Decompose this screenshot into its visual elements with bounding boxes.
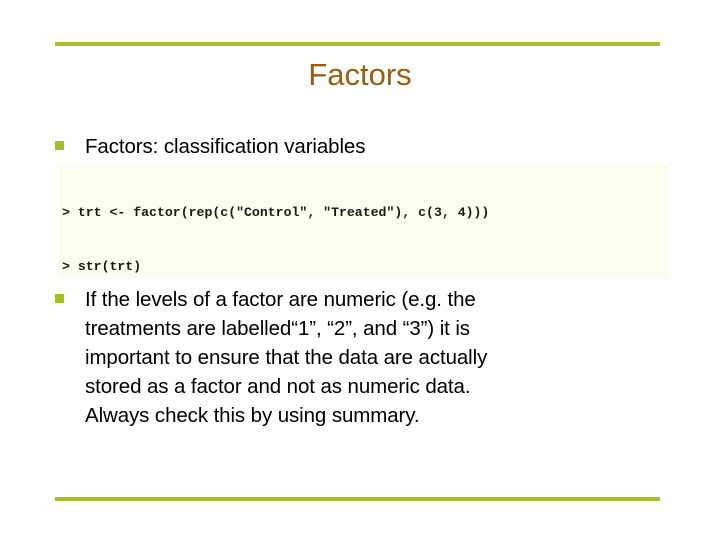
top-divider-rule xyxy=(55,42,660,46)
bottom-divider-rule xyxy=(55,497,660,501)
code-line: > trt <- factor(rep(c("Control", "Treate… xyxy=(62,204,584,222)
code-lines: > trt <- factor(rep(c("Control", "Treate… xyxy=(62,168,584,278)
bullet-item-1: Factors: classification variables xyxy=(55,132,675,161)
r-console-code-block: > trt <- factor(rep(c("Control", "Treate… xyxy=(58,165,668,278)
bullet-item-1-label: Factors: classification variables xyxy=(85,135,366,158)
square-bullet-icon xyxy=(55,294,64,303)
code-line-text: > trt <- factor(rep(c("Control", "Treate… xyxy=(62,205,490,220)
square-bullet-icon xyxy=(55,141,64,150)
code-line-text: > str(trt) xyxy=(62,259,142,274)
bullet-item-2-paragraph: If the levels of a factor are numeric (e… xyxy=(85,285,605,430)
code-line: > str(trt) xyxy=(62,258,584,276)
paragraph-line: Always check this by using summary. xyxy=(85,404,420,427)
bullet-item-2: If the levels of a factor are numeric (e… xyxy=(55,285,675,430)
paragraph-line: important to ensure that the data are ac… xyxy=(85,346,488,369)
slide: Factors Factors: classification variable… xyxy=(0,0,720,540)
page-title: Factors xyxy=(308,57,412,92)
paragraph-line: stored as a factor and not as numeric da… xyxy=(85,375,471,398)
paragraph-line: treatments are labelled“1”, “2”, and “3”… xyxy=(85,317,470,340)
paragraph-line: If the levels of a factor are numeric (e… xyxy=(85,288,476,311)
